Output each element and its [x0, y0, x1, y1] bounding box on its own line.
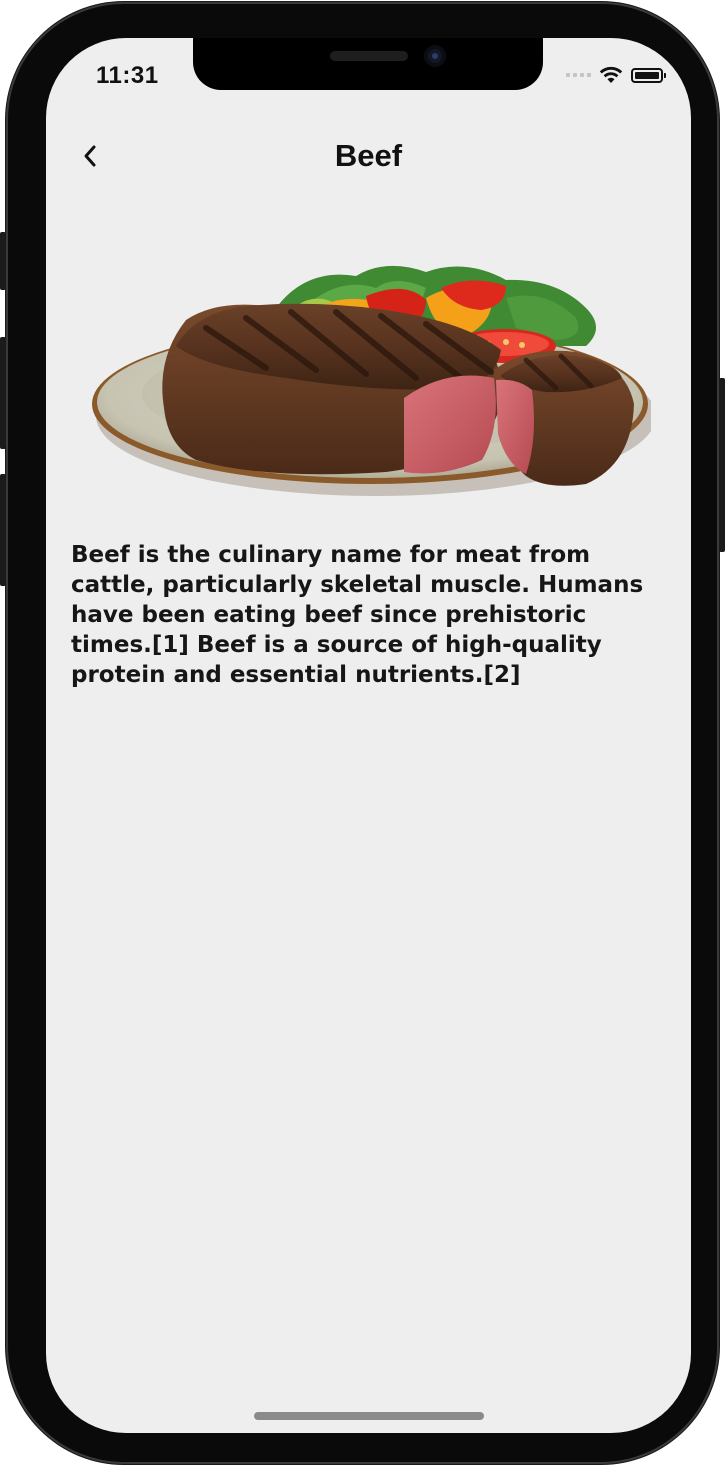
navigation-bar: Beef [46, 130, 691, 182]
front-camera [424, 45, 446, 67]
notch [193, 38, 543, 90]
steak-plate-image [92, 265, 651, 496]
page-title: Beef [334, 138, 403, 173]
volume-down-button [0, 474, 6, 586]
cellular-signal-icon [566, 73, 591, 77]
screen: 11:31 Beef Beef is the culinary name for… [46, 38, 691, 1433]
wifi-icon [599, 66, 623, 83]
battery-icon [631, 67, 666, 83]
status-time: 11:31 [96, 62, 159, 89]
volume-up-button [0, 337, 6, 449]
description-text: Beef is the culinary name for meat from … [71, 542, 644, 688]
power-button [719, 378, 725, 552]
side-button [0, 232, 6, 290]
speaker-grille [330, 51, 408, 61]
status-indicators [566, 66, 666, 84]
home-indicator[interactable] [254, 1412, 484, 1420]
phone-frame: 11:31 Beef Beef is the culinary name for… [0, 2, 725, 1464]
